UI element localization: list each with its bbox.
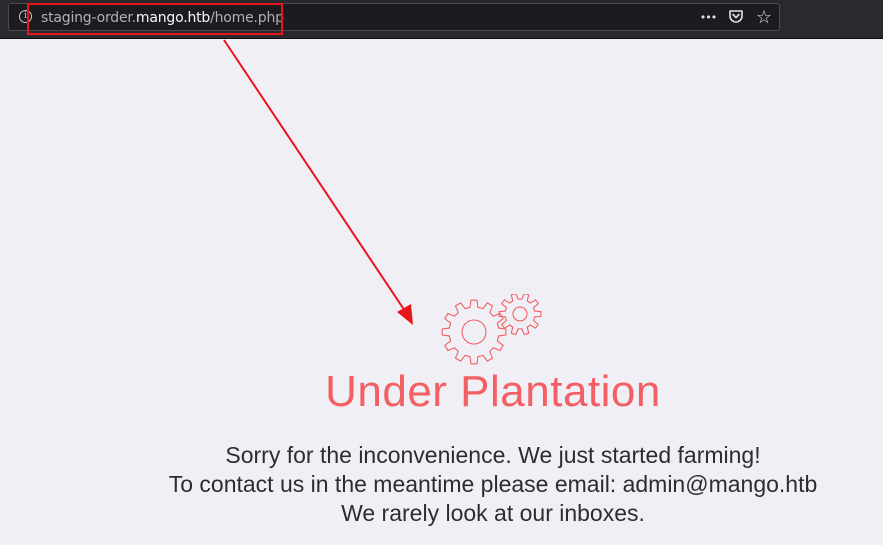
message-line-2: To contact us in the meantime please ema… bbox=[168, 471, 818, 497]
pocket-icon-svg bbox=[729, 10, 743, 23]
bookmark-star-icon[interactable]: ☆ bbox=[755, 9, 773, 27]
page-actions-icon[interactable]: ••• bbox=[699, 9, 717, 27]
message-block: Sorry for the inconvenience. We just sta… bbox=[0, 441, 883, 528]
gears-icon bbox=[441, 294, 542, 365]
message-line-3: We rarely look at our inboxes. bbox=[341, 500, 645, 526]
url-annotation-box bbox=[27, 3, 283, 35]
pocket-icon[interactable] bbox=[727, 8, 745, 28]
browser-toolbar: i staging-order.mango.htb/home.php ••• ☆ bbox=[0, 0, 883, 39]
message-line-1: Sorry for the inconvenience. We just sta… bbox=[225, 442, 761, 468]
url-actions: ••• ☆ bbox=[699, 8, 773, 28]
page-title: Under Plantation bbox=[325, 367, 661, 416]
